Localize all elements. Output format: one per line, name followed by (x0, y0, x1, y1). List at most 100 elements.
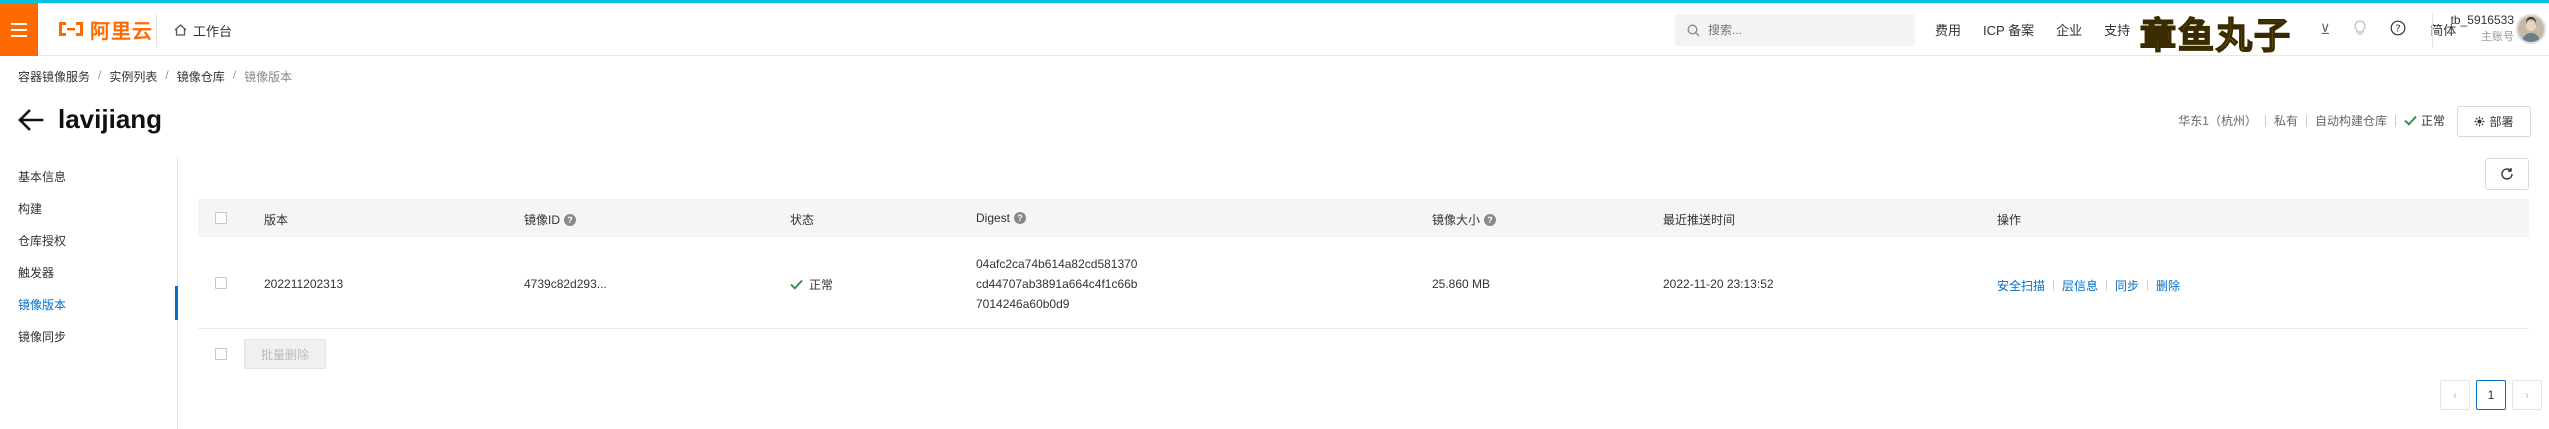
sync-link[interactable]: 同步 (2115, 277, 2139, 294)
digest-line: cd44707ab3891a664c4f1c66b (976, 277, 1138, 291)
refresh-icon (2501, 168, 2513, 180)
sidebar-item-image-versions[interactable]: 镜像版本 (18, 296, 66, 313)
column-header-digest: Digest? (976, 211, 1027, 225)
column-header-version: 版本 (264, 211, 288, 228)
help-icon[interactable]: ? (1014, 212, 1027, 224)
column-label: Digest (976, 211, 1011, 225)
column-header-status: 状态 (790, 211, 814, 228)
security-scan-link[interactable]: 安全扫描 (1997, 277, 2045, 294)
sidebar-item-image-sync[interactable]: 镜像同步 (18, 328, 66, 345)
cell-status: 正常 (790, 276, 833, 293)
bulk-delete-button[interactable]: 批量删除 (244, 339, 326, 369)
search-icon (1687, 24, 1700, 36)
repo-status: 正常 (2404, 112, 2445, 129)
cell-actions: 安全扫描 层信息 同步 删除 (1997, 277, 2180, 294)
breadcrumb-current: 镜像版本 (244, 70, 293, 84)
next-page-button[interactable]: › (2512, 380, 2542, 410)
column-header-size: 镜像大小? (1432, 211, 1497, 228)
column-label: 操作 (1997, 213, 2022, 227)
divider (2305, 114, 2307, 127)
column-header-image-id: 镜像ID? (524, 211, 577, 228)
layer-info-link[interactable]: 层信息 (2062, 277, 2098, 294)
page-header: lavijiang (18, 104, 162, 135)
avatar[interactable] (2516, 14, 2546, 44)
user-account[interactable]: tb_5916533 主账号 (2432, 12, 2514, 46)
back-arrow-icon[interactable] (18, 108, 44, 131)
help-icon[interactable]: ? (2390, 20, 2406, 39)
table-row: 202211202313 4739c82d293... 正常 04afc2ca7… (198, 237, 2529, 329)
top-navigation-bar: 阿里云 工作台 费用 ICP 备案 企业 支持 工 章鱼丸子 ⊻ ? 简体 tb… (0, 0, 2549, 58)
watermark-text: 章鱼丸子 (2139, 14, 2293, 58)
check-icon (790, 279, 803, 290)
cell-pushed-time: 2022-11-20 23:13:52 (1663, 277, 1774, 291)
select-all-checkbox[interactable] (215, 212, 227, 224)
cart-icon[interactable]: ⊻ (2320, 21, 2330, 38)
status-text: 正常 (809, 278, 834, 292)
top-link-icp[interactable]: ICP 备案 (1983, 20, 2034, 39)
sidebar-item-authorization[interactable]: 仓库授权 (18, 232, 66, 249)
user-role: 主账号 (2481, 31, 2514, 43)
cell-version: 202211202313 (264, 277, 344, 291)
deploy-icon (2474, 116, 2485, 127)
breadcrumb-item[interactable]: 镜像仓库 (177, 68, 225, 85)
column-label: 状态 (790, 213, 815, 227)
breadcrumb-separator: / (232, 68, 237, 82)
workbench-button[interactable]: 工作台 (164, 15, 242, 45)
divider (2264, 114, 2266, 127)
breadcrumb-separator: / (98, 68, 102, 82)
top-link-support[interactable]: 支持 (2104, 20, 2130, 39)
deploy-label: 部署 (2489, 115, 2514, 129)
divider (2106, 280, 2108, 291)
column-label: 镜像大小 (1432, 213, 1481, 227)
sidebar-item-basic-info[interactable]: 基本信息 (18, 168, 66, 185)
search-input[interactable] (1708, 23, 1888, 37)
divider (2147, 280, 2149, 291)
column-header-pushed-time: 最近推送时间 (1663, 211, 1735, 228)
cell-image-id: 4739c82d293... (524, 277, 607, 291)
delete-link[interactable]: 删除 (2156, 277, 2180, 294)
hamburger-menu-button[interactable] (0, 3, 38, 56)
repo-meta: 华东1（杭州） 私有 自动构建仓库 正常 (2178, 112, 2445, 129)
repo-visibility: 私有 (2273, 114, 2298, 128)
repo-sidebar (0, 158, 178, 429)
digest-line: 7014246a60b0d9 (976, 297, 1070, 311)
help-icon[interactable]: ? (564, 213, 577, 226)
aliyun-logo[interactable]: 阿里云 (56, 15, 153, 43)
repo-build-type: 自动构建仓库 (2314, 114, 2387, 128)
check-icon (2404, 115, 2417, 126)
cell-digest: 04afc2ca74b614a82cd581370 cd44707ab3891a… (976, 254, 1137, 314)
column-label: 最近推送时间 (1663, 213, 1736, 227)
user-name: tb_5916533 (2450, 13, 2514, 27)
svg-text:?: ? (2396, 24, 2401, 35)
pagination: ‹ 1 › (2440, 380, 2542, 410)
footer-select-all-checkbox[interactable] (215, 348, 227, 360)
lightbulb-icon[interactable] (2354, 20, 2366, 39)
brand-name: 阿里云 (90, 18, 153, 43)
workbench-label: 工作台 (193, 23, 233, 39)
repo-region: 华东1（杭州） (2178, 114, 2257, 128)
page-number-button[interactable]: 1 (2476, 380, 2506, 410)
deploy-button[interactable]: 部署 (2457, 106, 2531, 137)
prev-page-button[interactable]: ‹ (2440, 380, 2470, 410)
top-link-enterprise[interactable]: 企业 (2056, 20, 2082, 39)
repo-status-text: 正常 (2420, 114, 2445, 128)
row-checkbox[interactable] (215, 277, 227, 289)
page-title: lavijiang (58, 104, 163, 134)
refresh-button[interactable] (2485, 158, 2529, 190)
breadcrumb-item[interactable]: 实例列表 (109, 68, 157, 85)
top-link-billing[interactable]: 费用 (1935, 20, 1961, 39)
digest-line: 04afc2ca74b614a82cd581370 (976, 257, 1138, 271)
table-header: 版本 镜像ID? 状态 Digest? 镜像大小? 最近推送时间 操作 (198, 199, 2529, 237)
sidebar-item-triggers[interactable]: 触发器 (18, 264, 54, 281)
divider (156, 13, 157, 47)
help-icon[interactable]: ? (1484, 213, 1497, 226)
sidebar-item-build[interactable]: 构建 (18, 200, 42, 217)
cell-size: 25.860 MB (1432, 277, 1491, 291)
home-icon (174, 24, 187, 36)
breadcrumb-item[interactable]: 容器镜像服务 (18, 68, 90, 85)
sidebar-active-indicator (175, 286, 178, 320)
column-label: 版本 (264, 213, 289, 227)
global-search[interactable] (1675, 14, 1915, 46)
breadcrumb: 容器镜像服务 / 实例列表 / 镜像仓库 / 镜像版本 (18, 68, 292, 85)
aliyun-logo-icon (59, 22, 83, 36)
